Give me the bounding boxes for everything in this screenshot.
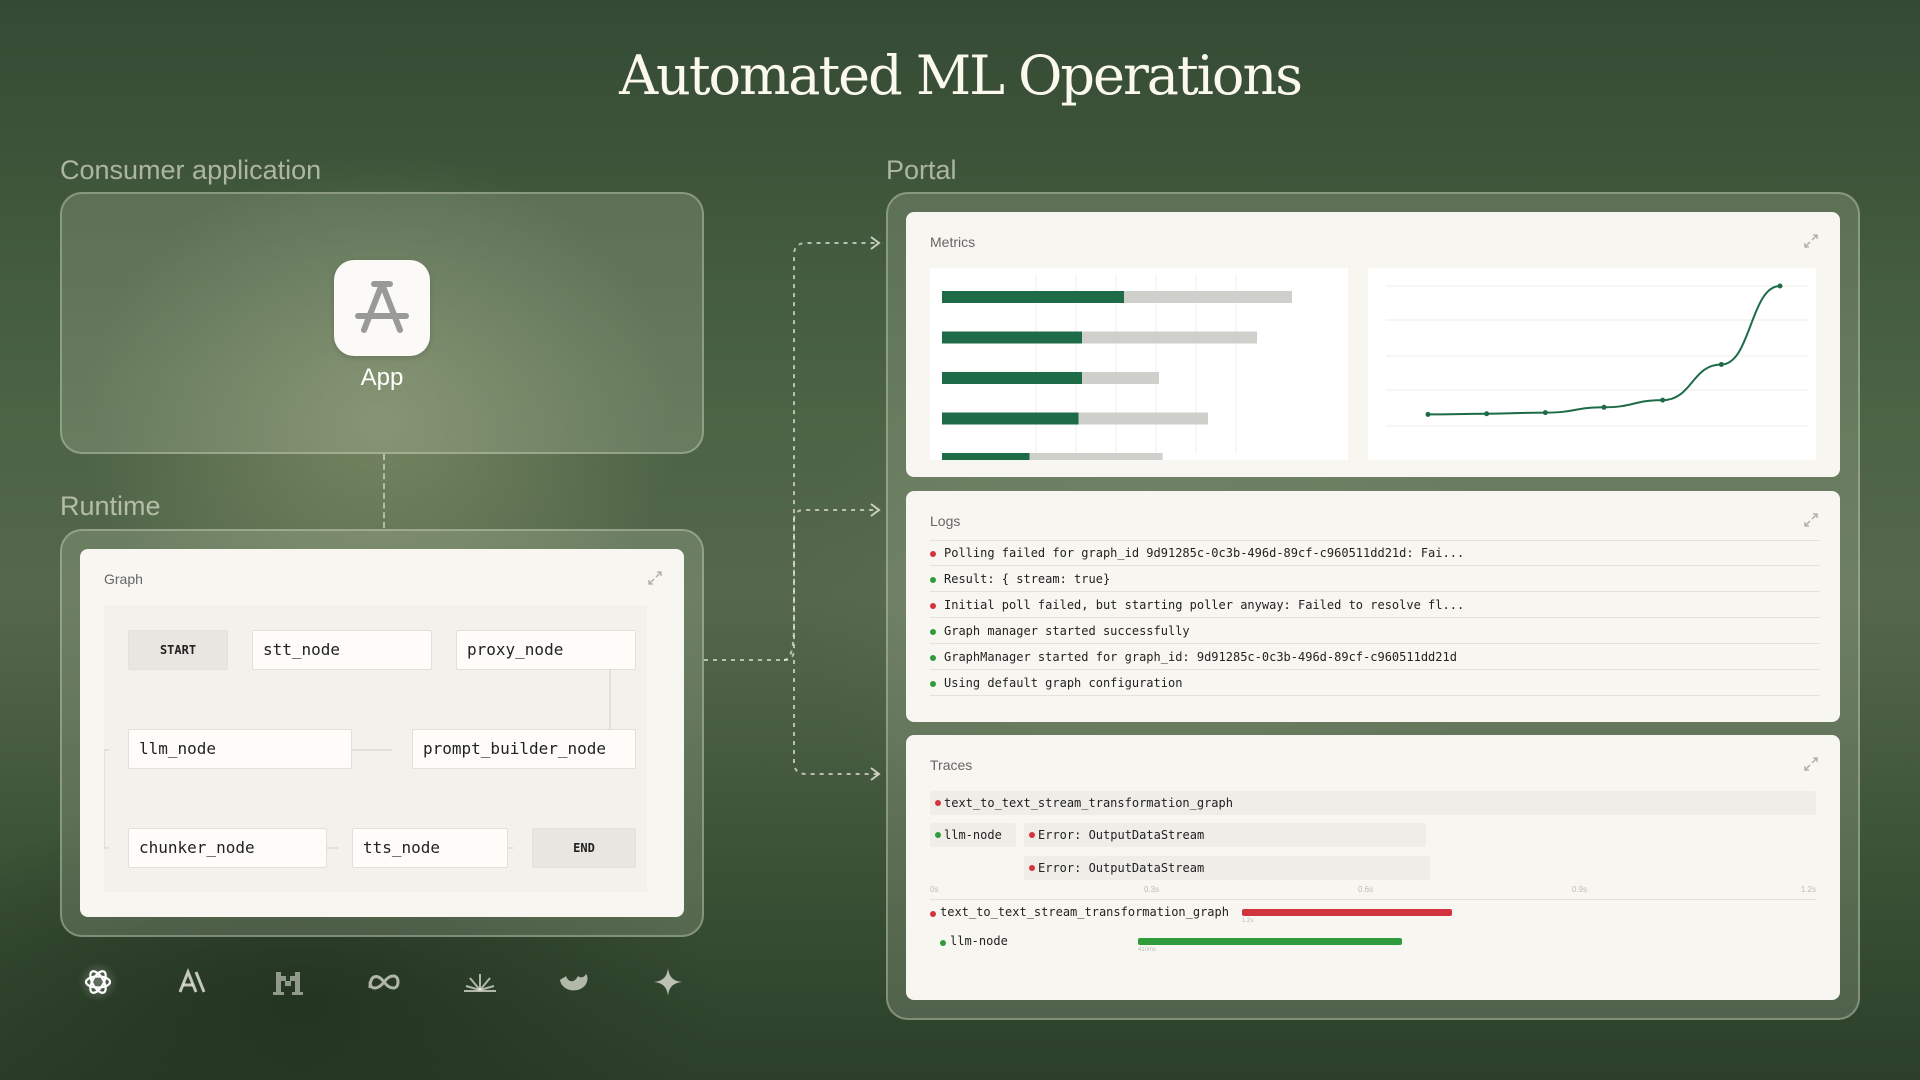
log-line[interactable]: Graph manager started successfully <box>930 619 1820 644</box>
graph-node-end[interactable]: END <box>532 828 636 868</box>
ok-dot <box>930 681 936 687</box>
consumer-application-label: Consumer application <box>60 155 322 185</box>
timeline-axis: 0s 0.3s 0.6s 0.9s 1.2s <box>930 885 1816 900</box>
ok-dot <box>940 940 946 946</box>
runtime-label: Runtime <box>60 491 161 521</box>
data-point <box>1601 404 1607 410</box>
log-line[interactable]: Polling failed for graph_id 9d91285c-0c3… <box>930 541 1820 566</box>
trace-root-row[interactable]: text_to_text_stream_transformation_graph <box>930 791 1816 815</box>
expand-icon[interactable] <box>1804 757 1818 771</box>
trace-error-row[interactable]: Error: OutputDataStream <box>1024 856 1430 880</box>
log-line[interactable]: Using default graph configuration <box>930 671 1820 696</box>
metrics-line-chart <box>1368 268 1816 460</box>
log-line[interactable]: GraphManager started for graph_id: 9d912… <box>930 645 1820 670</box>
data-point <box>1484 411 1490 417</box>
graph-node-start[interactable]: START <box>128 630 228 670</box>
expand-icon[interactable] <box>1804 513 1818 527</box>
log-line[interactable]: Initial poll failed, but starting poller… <box>930 593 1820 618</box>
graph-node-tts[interactable]: tts_node <box>352 828 508 868</box>
anthropic-icon[interactable] <box>174 962 214 1002</box>
traces-card-title: Traces <box>930 757 973 773</box>
series-line <box>1427 285 1781 416</box>
log-text: Graph manager started successfully <box>944 624 1190 638</box>
timeline-row-root[interactable]: text_to_text_stream_transformation_graph <box>930 905 1229 919</box>
logs-card-title: Logs <box>930 513 961 529</box>
graph-node-proxy[interactable]: proxy_node <box>456 630 636 670</box>
data-point <box>1660 397 1666 403</box>
ok-dot <box>930 629 936 635</box>
log-text: Initial poll failed, but starting poller… <box>944 598 1465 612</box>
axis-tick: 0.9s <box>1572 885 1588 894</box>
trace-child-row[interactable]: llm-node <box>930 823 1016 847</box>
bar-value <box>942 331 1082 344</box>
portal-label: Portal <box>886 155 957 185</box>
error-dot <box>935 800 941 806</box>
app-label: App <box>360 364 404 391</box>
trace-root-name: text_to_text_stream_transformation_graph <box>944 796 1233 810</box>
expand-icon[interactable] <box>1804 234 1818 248</box>
timeline-duration: 410ms <box>1138 947 1157 953</box>
error-dot <box>930 603 936 609</box>
data-point <box>1542 410 1548 416</box>
timeline-row-name: text_to_text_stream_transformation_graph <box>940 905 1229 919</box>
axis-tick: 0.3s <box>1144 885 1160 894</box>
axis-tick: 1.2s <box>1800 885 1816 894</box>
runtime-portal-connectors <box>704 236 881 781</box>
traces-card: Traces text_to_text_stream_transformatio… <box>906 735 1840 1000</box>
mistral-icon[interactable] <box>268 962 308 1002</box>
error-dot <box>930 551 936 557</box>
ok-dot <box>930 655 936 661</box>
axis-tick: 0s <box>930 885 939 894</box>
trace-error-text: Error: OutputDataStream <box>1038 828 1205 842</box>
metrics-card: Metrics <box>906 212 1840 477</box>
openai-icon[interactable] <box>78 962 118 1002</box>
gemini-icon[interactable] <box>648 962 688 1002</box>
data-point <box>1777 283 1783 289</box>
timeline-duration: 1.2s <box>1242 918 1254 924</box>
data-point <box>1425 411 1431 417</box>
metrics-bar-chart <box>930 268 1348 460</box>
ok-dot <box>930 577 936 583</box>
axis-tick: 0.6s <box>1358 885 1374 894</box>
trace-child-name: llm-node <box>944 828 1002 842</box>
bar-value <box>942 372 1082 384</box>
data-point <box>1718 361 1724 367</box>
connector-app-runtime <box>383 454 385 528</box>
perplexity-icon[interactable] <box>460 962 500 1002</box>
timeline-bar-child[interactable] <box>1138 938 1402 945</box>
graph-card-title: Graph <box>104 571 143 587</box>
timeline-bar-root[interactable] <box>1242 909 1452 916</box>
graph-node-prompt-builder[interactable]: prompt_builder_node <box>412 729 636 769</box>
app-icon[interactable] <box>334 260 430 356</box>
log-line[interactable]: Result: { stream: true} <box>930 567 1820 592</box>
log-text: Using default graph configuration <box>944 676 1183 690</box>
expand-icon[interactable] <box>648 571 662 585</box>
error-dot <box>930 911 936 917</box>
bar-value <box>942 453 1030 460</box>
graph-node-stt[interactable]: stt_node <box>252 630 432 670</box>
trace-error-text: Error: OutputDataStream <box>1038 861 1205 875</box>
page-title: Automated ML Operations <box>619 44 1303 107</box>
timeline-row-child[interactable]: llm-node <box>940 934 1008 948</box>
graph-node-chunker[interactable]: chunker_node <box>128 828 327 868</box>
log-text: Polling failed for graph_id 9d91285c-0c3… <box>944 546 1465 560</box>
meta-icon[interactable] <box>364 962 404 1002</box>
error-dot <box>1029 865 1035 871</box>
timeline-row-name: llm-node <box>950 934 1008 948</box>
logs-card: Logs Polling failed for graph_id 9d91285… <box>906 491 1840 722</box>
log-text: Result: { stream: true} <box>944 572 1111 586</box>
graph-node-llm[interactable]: llm_node <box>128 729 352 769</box>
trace-error-row[interactable]: Error: OutputDataStream <box>1024 823 1426 847</box>
bar-value <box>942 291 1124 303</box>
error-dot <box>1029 832 1035 838</box>
bar-value <box>942 412 1079 425</box>
ok-dot <box>935 832 941 838</box>
log-text: GraphManager started for graph_id: 9d912… <box>944 650 1457 664</box>
deepseek-icon[interactable] <box>554 962 594 1002</box>
metrics-card-title: Metrics <box>930 234 976 250</box>
